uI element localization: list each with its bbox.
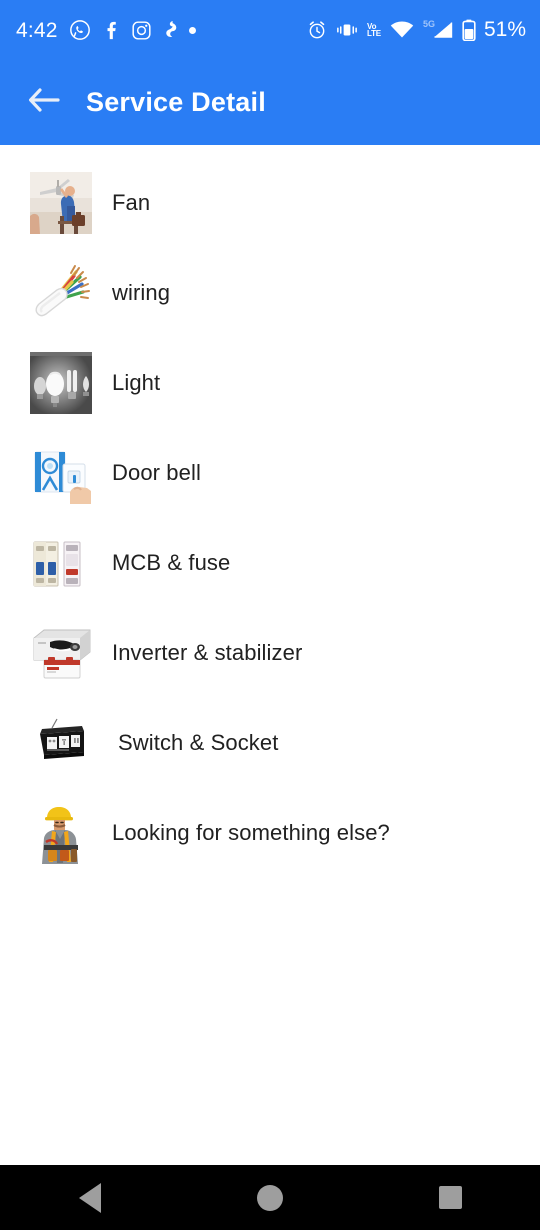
whatsapp-icon xyxy=(69,19,91,41)
ceiling-fan-installation-photo xyxy=(30,172,92,234)
app-bar: Service Detail xyxy=(0,60,540,145)
status-clock: 4:42 xyxy=(16,18,58,42)
list-item-label: Inverter & stabilizer xyxy=(112,640,303,665)
status-bar: 4:42 Vo LTE 5G 51% xyxy=(0,0,540,60)
status-bar-left: 4:42 xyxy=(16,19,307,41)
back-navigation-button[interactable] xyxy=(22,81,66,125)
app-icon xyxy=(163,19,178,41)
list-item-mcb-fuse[interactable]: MCB & fuse xyxy=(0,518,540,608)
light-bulbs-photo xyxy=(30,352,92,414)
list-item-label: MCB & fuse xyxy=(112,550,231,575)
network-gen-label: 5G xyxy=(422,19,435,29)
android-navigation-bar xyxy=(0,1165,540,1230)
arrow-back-icon xyxy=(28,87,60,118)
back-button[interactable] xyxy=(35,1165,145,1230)
doorbell-photo xyxy=(30,442,92,504)
list-item-label: Switch & Socket xyxy=(118,730,279,755)
dot-icon xyxy=(188,26,196,34)
battery-percent-label: 51% xyxy=(483,18,526,41)
instagram-icon xyxy=(131,20,152,41)
electrical-cable-photo xyxy=(30,262,92,324)
switch-socket-photo xyxy=(30,712,92,774)
volte-icon: Vo LTE xyxy=(367,23,381,38)
circle-home-icon xyxy=(257,1184,283,1211)
list-item-looking-for-something-else[interactable]: Looking for something else? xyxy=(0,788,540,878)
square-recents-icon xyxy=(438,1186,462,1209)
wifi-icon xyxy=(390,21,414,39)
list-item-label: Looking for something else? xyxy=(112,820,390,845)
list-item-label: Light xyxy=(112,370,161,395)
recents-button[interactable] xyxy=(395,1165,505,1230)
alarm-icon xyxy=(307,20,327,40)
list-item-label: wiring xyxy=(112,280,171,305)
service-list: Fan wiring Light Door bell MCB & fuse In… xyxy=(0,145,540,1165)
vibrate-icon xyxy=(336,21,358,39)
list-item-light[interactable]: Light xyxy=(0,338,540,428)
home-button[interactable] xyxy=(215,1165,325,1230)
signal-icon: 5G xyxy=(422,19,453,39)
list-item-switch-socket[interactable]: Switch & Socket xyxy=(0,698,540,788)
triangle-back-icon xyxy=(79,1182,101,1213)
list-item-fan[interactable]: Fan xyxy=(0,158,540,248)
electrician-worker-photo xyxy=(30,802,92,864)
list-item-inverter-stabilizer[interactable]: Inverter & stabilizer xyxy=(0,608,540,698)
status-bar-right: Vo LTE 5G 51% xyxy=(307,18,526,42)
volte-label-bottom: LTE xyxy=(367,29,381,38)
list-item-wiring[interactable]: wiring xyxy=(0,248,540,338)
list-item-door-bell[interactable]: Door bell xyxy=(0,428,540,518)
page-title: Service Detail xyxy=(86,87,266,117)
facebook-icon xyxy=(102,19,120,41)
phone-screen: 4:42 Vo LTE 5G 51% Service Detail Fan wi… xyxy=(0,0,540,1230)
list-item-label: Fan xyxy=(112,190,151,215)
inverter-battery-photo xyxy=(30,622,92,684)
list-item-label: Door bell xyxy=(112,460,201,485)
circuit-breaker-photo xyxy=(30,532,92,594)
battery-icon xyxy=(462,19,476,41)
